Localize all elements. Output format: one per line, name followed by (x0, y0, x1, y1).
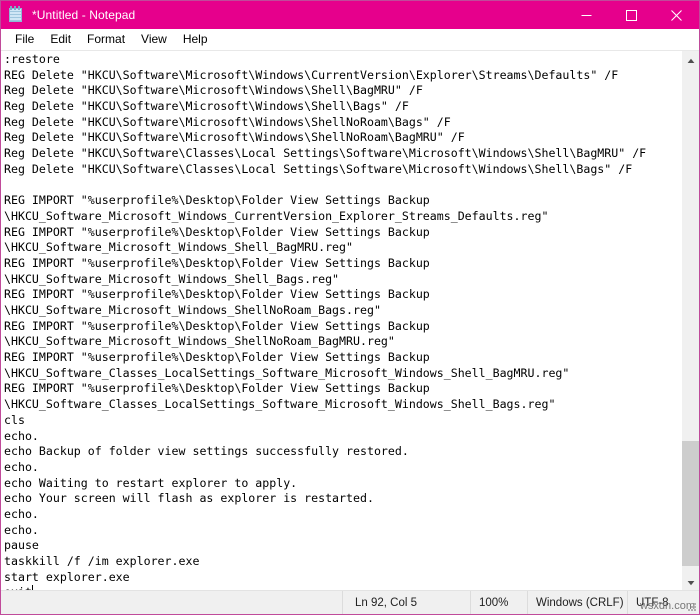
scrollbar-thumb[interactable] (682, 441, 699, 566)
editor-line: echo. (4, 459, 39, 474)
editor-line: \HKCU_Software_Classes_LocalSettings_Sof… (4, 365, 570, 380)
menu-item-help[interactable]: Help (175, 31, 216, 48)
chevron-down-icon (687, 573, 695, 591)
maximize-button[interactable] (609, 1, 654, 29)
window-controls (564, 1, 699, 29)
editor-line: Reg Delete "HKCU\Software\Microsoft\Wind… (4, 83, 423, 98)
menu-item-format[interactable]: Format (79, 31, 133, 48)
close-button[interactable] (654, 1, 699, 29)
editor-area: :restore REG Delete "HKCU\Software\Micros… (1, 50, 699, 590)
cursor-position: Ln 92, Col 5 (342, 591, 470, 614)
vertical-scrollbar[interactable] (681, 51, 699, 590)
close-icon (671, 9, 682, 21)
editor-line: echo. (4, 506, 39, 521)
editor-line: Reg Delete "HKCU\Software\Classes\Local … (4, 161, 633, 176)
notepad-icon (8, 6, 24, 23)
scroll-down-button[interactable] (682, 573, 699, 590)
notepad-window: *Untitled - Notepad File Edit Format Vie… (0, 0, 700, 615)
scroll-up-button[interactable] (682, 51, 699, 68)
editor-line: echo. (4, 522, 39, 537)
editor-line: \HKCU_Software_Classes_LocalSettings_Sof… (4, 397, 556, 412)
menu-bar: File Edit Format View Help (1, 29, 699, 50)
editor-line: REG IMPORT "%userprofile%\Desktop\Folder… (4, 381, 430, 396)
editor-line: echo Backup of folder view settings succ… (4, 444, 409, 459)
editor-line: pause (4, 538, 39, 553)
editor-line: REG IMPORT "%userprofile%\Desktop\Folder… (4, 287, 430, 302)
editor-line: Reg Delete "HKCU\Software\Microsoft\Wind… (4, 114, 451, 129)
editor-line: echo Your screen will flash as explorer … (4, 491, 374, 506)
resize-grip[interactable] (688, 603, 697, 612)
editor-line: REG IMPORT "%userprofile%\Desktop\Folder… (4, 255, 430, 270)
editor-line: \HKCU_Software_Microsoft_Windows_ShellNo… (4, 303, 381, 317)
editor-line: \HKCU_Software_Microsoft_Windows_Shell_B… (4, 240, 354, 255)
editor-line: start explorer.exe (4, 569, 130, 584)
editor-line: cls (4, 412, 25, 427)
zoom-level[interactable]: 100% (470, 591, 527, 614)
minimize-icon (581, 10, 592, 21)
menu-item-file[interactable]: File (7, 31, 42, 48)
maximize-icon (626, 9, 637, 21)
text-editor[interactable]: :restore REG Delete "HKCU\Software\Micros… (1, 51, 681, 590)
status-bar: Ln 92, Col 5 100% Windows (CRLF) UTF-8 w… (1, 590, 699, 614)
editor-line: :restore (4, 52, 60, 66)
editor-line: echo. (4, 428, 39, 443)
editor-line: taskkill /f /im explorer.exe (4, 554, 200, 568)
menu-item-view[interactable]: View (133, 31, 175, 48)
window-title: *Untitled - Notepad (32, 8, 136, 22)
editor-line: Reg Delete "HKCU\Software\Microsoft\Wind… (4, 99, 409, 114)
editor-line: echo Waiting to restart explorer to appl… (4, 475, 298, 490)
editor-line: \HKCU_Software_Microsoft_Windows_ShellNo… (4, 334, 395, 349)
chevron-up-icon (687, 51, 695, 69)
minimize-button[interactable] (564, 1, 609, 29)
editor-line: \HKCU_Software_Microsoft_Windows_Shell_B… (4, 271, 340, 286)
editor-line: Reg Delete "HKCU\Software\Classes\Local … (4, 146, 647, 161)
editor-line: REG IMPORT "%userprofile%\Desktop\Folder… (4, 318, 430, 333)
title-bar: *Untitled - Notepad (1, 1, 699, 29)
menu-item-edit[interactable]: Edit (42, 31, 79, 48)
line-ending[interactable]: Windows (CRLF) (527, 591, 627, 614)
editor-line: Reg Delete "HKCU\Software\Microsoft\Wind… (4, 130, 465, 145)
editor-line: REG IMPORT "%userprofile%\Desktop\Folder… (4, 350, 430, 365)
editor-line: REG IMPORT "%userprofile%\Desktop\Folder… (4, 224, 430, 239)
editor-line: REG IMPORT "%userprofile%\Desktop\Folder… (4, 193, 430, 208)
editor-line: \HKCU_Software_Microsoft_Windows_Current… (4, 208, 549, 223)
editor-line: REG Delete "HKCU\Software\Microsoft\Wind… (4, 67, 619, 82)
